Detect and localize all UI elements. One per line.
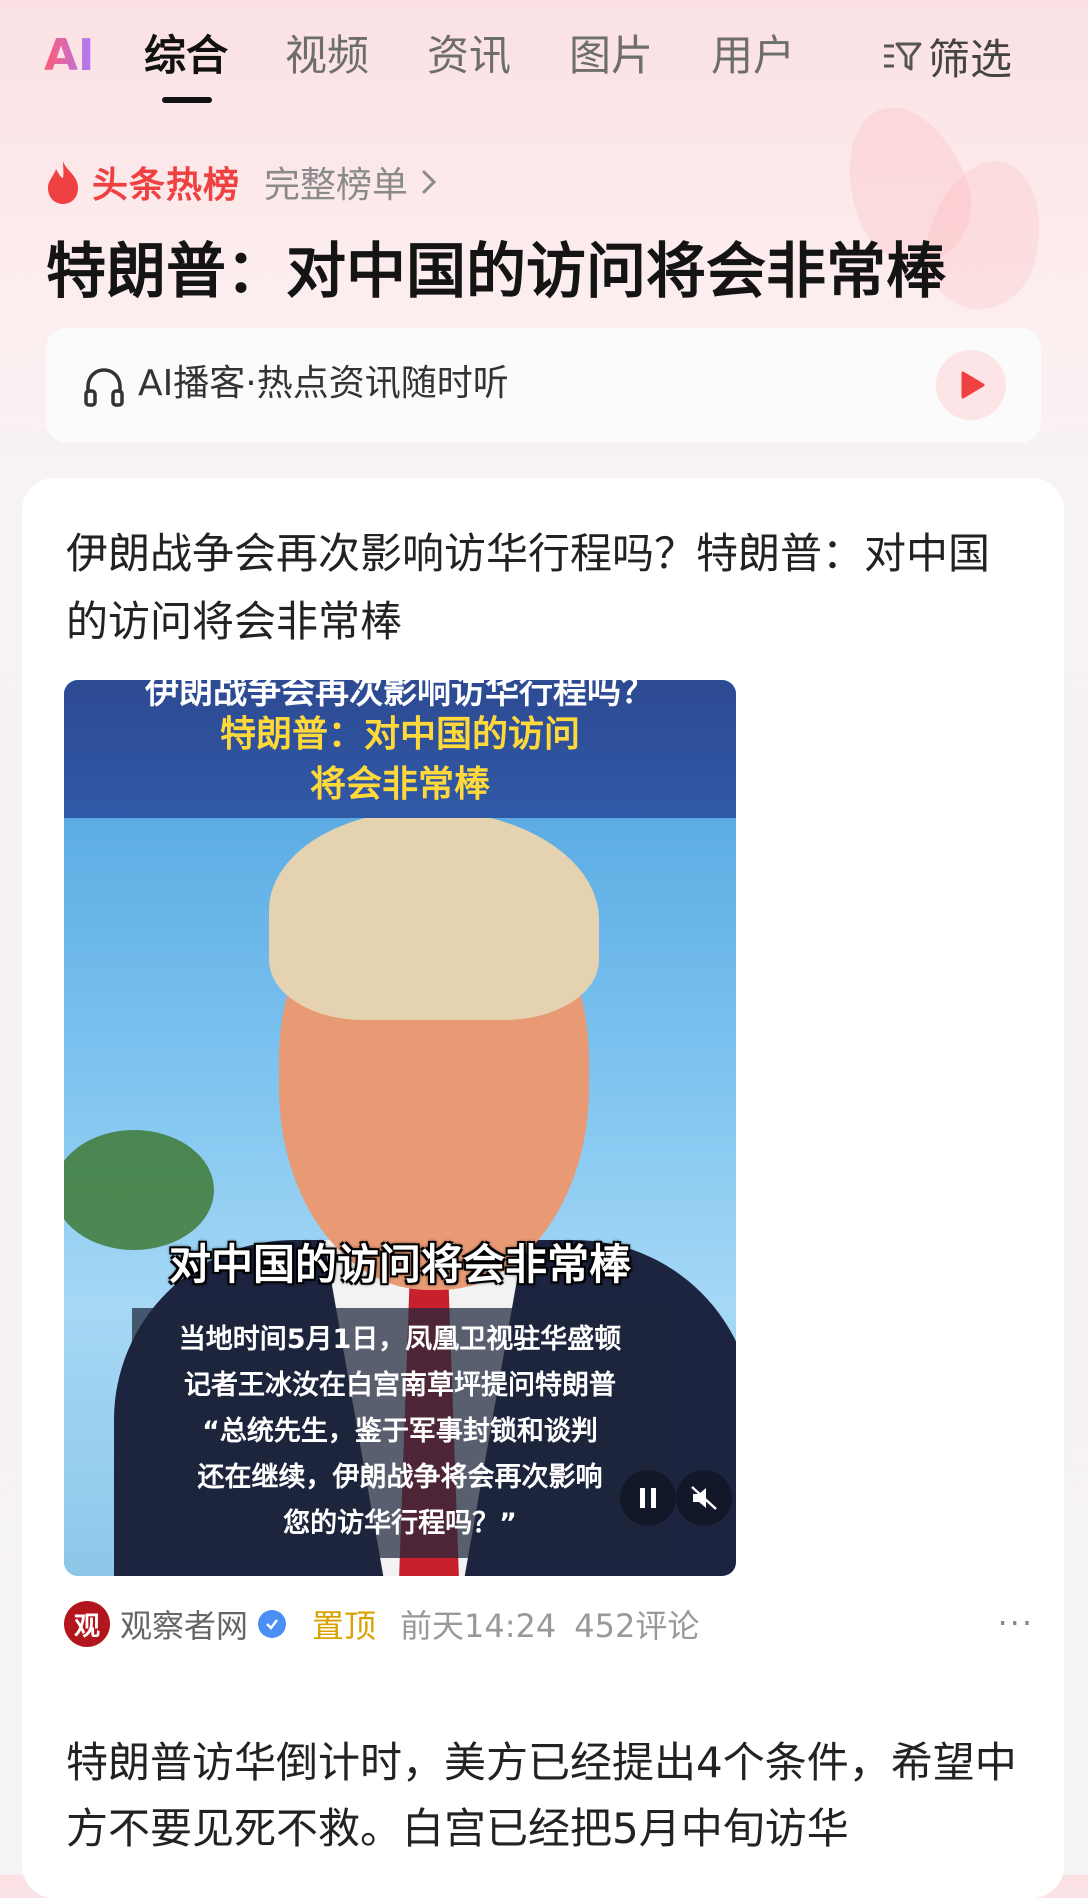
- hotlist-header: 头条热榜 完整榜单: [44, 152, 438, 212]
- article-snippet[interactable]: 特朗普访华倒计时，美方已经提出4个条件，希望中方不要见死不救。白宫已经把5月中旬…: [66, 1730, 1026, 1862]
- article-meta-row: 观 观察者网 置顶 前天14:24 452评论 ···: [64, 1596, 1034, 1652]
- video-banner-line2: 特朗普：对中国的访问: [219, 714, 580, 755]
- video-banner-line3: 将会非常棒: [309, 764, 490, 805]
- filter-button[interactable]: 筛选: [882, 26, 1012, 86]
- pause-icon: [640, 1488, 656, 1508]
- video-caption-line: “总统先生，鉴于军事封锁和谈判: [202, 1416, 598, 1447]
- flame-icon: [48, 161, 78, 204]
- podcast-label: AI播客·热点资讯随时听: [138, 363, 509, 404]
- hotlist-label[interactable]: 头条热榜: [92, 156, 240, 208]
- video-banner-line1: 伊朗战争会再次影响访华行程吗？: [145, 680, 655, 712]
- article-title[interactable]: 伊朗战争会再次影响访华行程吗？特朗普：对中国的访问将会非常棒: [66, 520, 1016, 656]
- search-tabs-bar: AI 综合 视频 资讯 图片 用户 筛选: [0, 0, 1088, 110]
- source-name[interactable]: 观察者网: [120, 1601, 248, 1647]
- video-title-banner: 伊朗战争会再次影响访华行程吗？ 特朗普：对中国的访问 将会非常棒: [64, 680, 736, 818]
- tab-video[interactable]: 视频: [285, 26, 369, 86]
- publish-time: 前天14:24: [400, 1607, 557, 1645]
- tab-comprehensive[interactable]: 综合: [144, 26, 228, 86]
- tab-users[interactable]: 用户: [711, 26, 795, 86]
- filter-icon: [884, 42, 922, 71]
- pinned-badge: 置顶: [312, 1607, 377, 1645]
- pause-button[interactable]: [620, 1470, 676, 1526]
- video-caption-title: 对中国的访问将会非常棒: [168, 1240, 631, 1289]
- chevron-right-icon: [422, 170, 437, 194]
- tab-news[interactable]: 资讯: [427, 26, 511, 86]
- ai-podcast-bar[interactable]: AI播客·热点资讯随时听: [46, 328, 1041, 442]
- more-options-icon[interactable]: ···: [997, 1604, 1034, 1642]
- headphones-icon: [84, 368, 124, 407]
- ai-tab[interactable]: AI: [44, 26, 94, 86]
- podcast-play-button[interactable]: [936, 350, 1006, 420]
- video-caption-line: 记者王冰汝在白宫南草坪提问特朗普: [184, 1370, 616, 1401]
- filter-label: 筛选: [928, 34, 1013, 84]
- verified-icon: [258, 1610, 287, 1638]
- mute-button[interactable]: [676, 1470, 732, 1526]
- full-list-link[interactable]: 完整榜单: [264, 156, 408, 208]
- active-tab-indicator: [162, 97, 212, 103]
- tab-images[interactable]: 图片: [569, 26, 653, 86]
- muted-speaker-icon: [691, 1486, 717, 1510]
- hotlist-headline[interactable]: 特朗普：对中国的访问将会非常棒: [46, 232, 946, 312]
- video-caption-line: 当地时间5月1日，凤凰卫视驻华盛顿: [178, 1324, 622, 1355]
- article-card[interactable]: 伊朗战争会再次影响访华行程吗？特朗普：对中国的访问将会非常棒 伊朗战争会再次影响…: [22, 478, 1064, 1898]
- play-icon: [961, 371, 985, 399]
- comment-count[interactable]: 452评论: [574, 1601, 699, 1647]
- source-avatar[interactable]: 观: [64, 1601, 110, 1647]
- video-player[interactable]: 伊朗战争会再次影响访华行程吗？ 特朗普：对中国的访问 将会非常棒 对中国的访问将…: [64, 680, 736, 1576]
